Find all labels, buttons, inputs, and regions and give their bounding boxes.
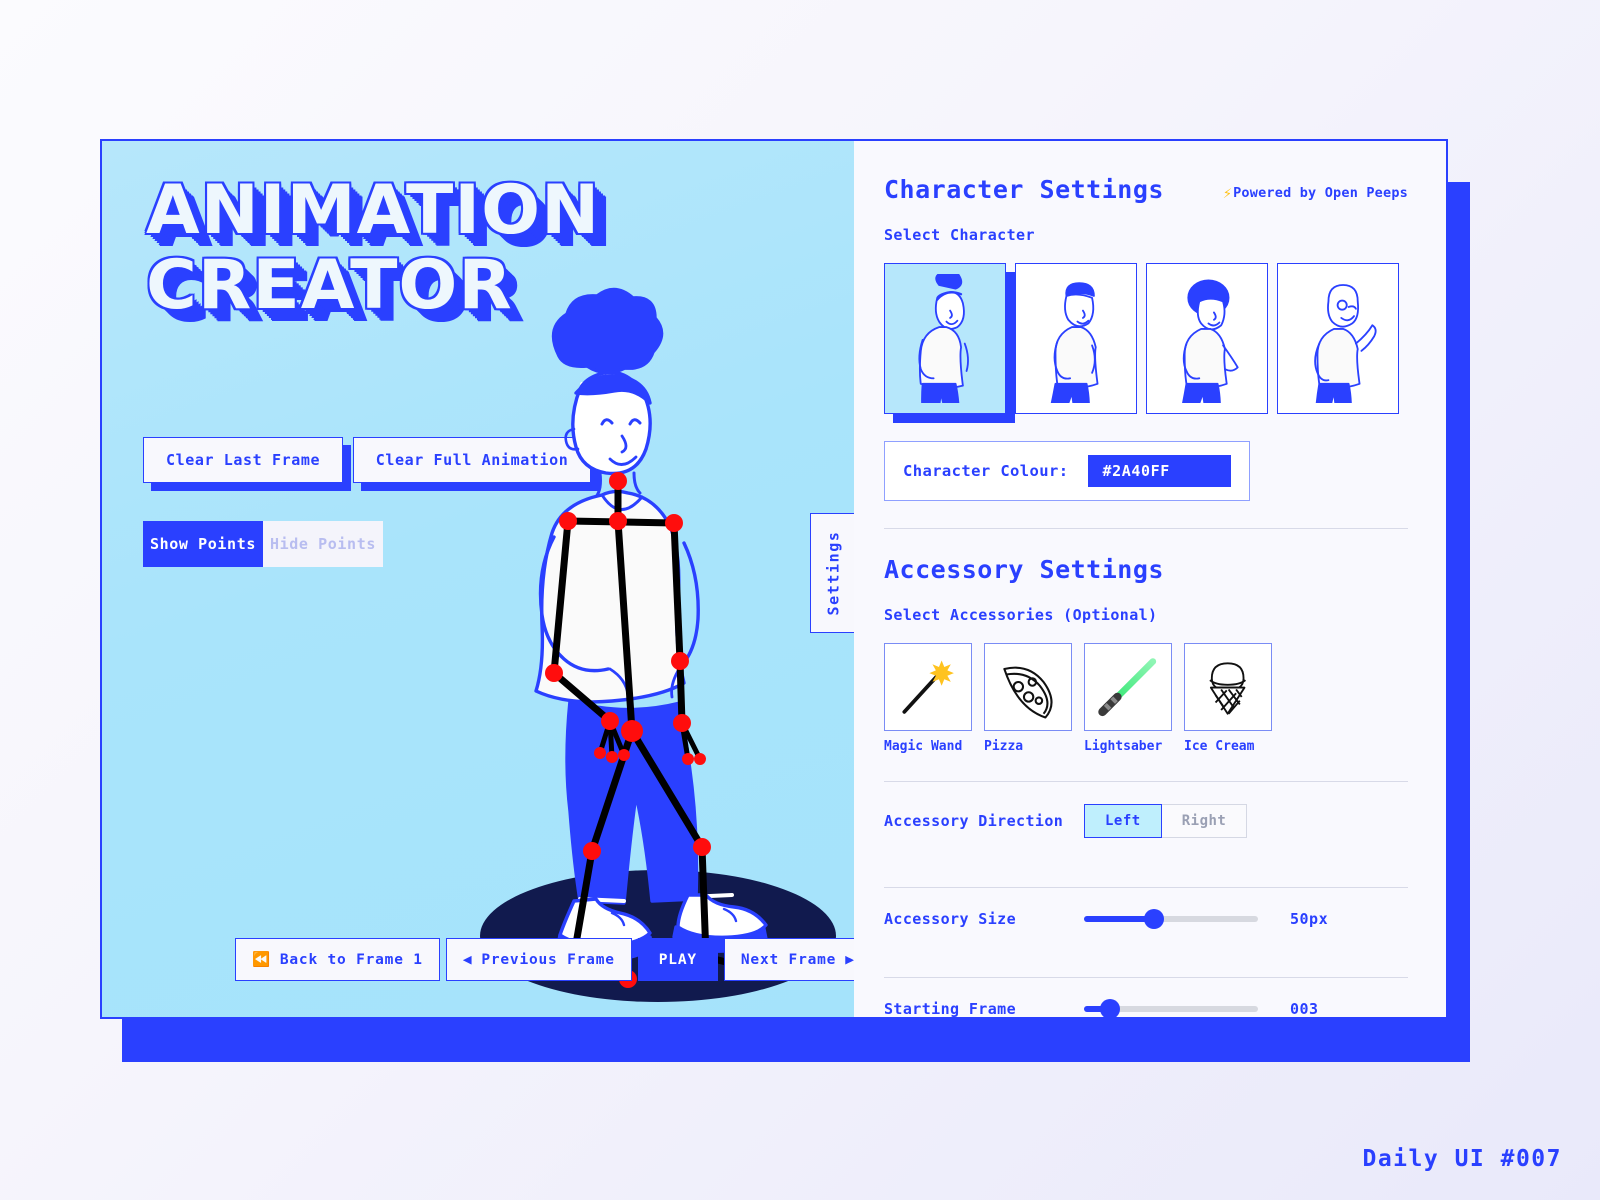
pizza-label: Pizza (984, 739, 1024, 754)
pizza-box[interactable] (984, 643, 1072, 731)
triangle-left-icon: ◀ (462, 951, 473, 968)
previous-frame-button[interactable]: ◀ Previous Frame (445, 938, 632, 981)
character-settings-title: Character Settings (884, 175, 1164, 204)
ice-cream-label: Ice Cream (1184, 739, 1255, 754)
accessory-settings-title: Accessory Settings (884, 555, 1164, 584)
settings-panel: Character Settings ⚡ Powered by Open Pee… (854, 141, 1446, 1017)
accessory-direction-label: Accessory Direction (884, 812, 1064, 830)
lightsaber-box[interactable] (1084, 643, 1172, 731)
select-accessories-label: Select Accessories (Optional) (884, 606, 1158, 624)
accessory-option-lightsaber[interactable]: Lightsaber (1084, 643, 1172, 754)
character-colour-value[interactable]: #2A40FF (1088, 455, 1231, 487)
accessory-size-row: Accessory Size 50px (884, 888, 1408, 950)
ice-cream-box[interactable] (1184, 643, 1272, 731)
accessory-size-slider[interactable] (1084, 909, 1258, 929)
pizza-slice-icon (1003, 666, 1053, 719)
starting-frame-row: Starting Frame 003 (884, 978, 1408, 1017)
character-grid (884, 263, 1408, 414)
starting-frame-value: 003 (1290, 1000, 1319, 1017)
character-option-afro-woman[interactable] (1146, 263, 1268, 414)
starting-frame-label: Starting Frame (884, 1000, 1017, 1017)
character-option-bun-hair-woman[interactable] (884, 263, 1006, 414)
lightning-bolt-icon: ⚡ (1222, 184, 1233, 202)
starting-frame-slider-thumb[interactable] (1100, 999, 1121, 1017)
direction-left-button[interactable]: Left (1084, 804, 1162, 838)
skip-back-icon: ⏪ (252, 952, 271, 968)
show-points-button[interactable]: Show Points (143, 521, 263, 567)
character-settings-header: Character Settings ⚡ Powered by Open Pee… (884, 175, 1408, 204)
ice-cream-cone-icon (1209, 662, 1247, 716)
character-colour-label: Character Colour: (903, 462, 1069, 480)
magic-wand-icon (902, 660, 955, 715)
daily-ui-tag: Daily UI #007 (1362, 1146, 1562, 1172)
clear-last-frame-button[interactable]: Clear Last Frame (143, 437, 344, 483)
select-character-label: Select Character (884, 226, 1035, 244)
character-colour-field[interactable]: Character Colour: #2A40FF (884, 441, 1250, 501)
hide-points-button[interactable]: Hide Points (263, 521, 383, 567)
accessory-direction-toggle[interactable]: Left Right (1084, 804, 1248, 838)
lightsaber-label: Lightsaber (1084, 739, 1163, 754)
accessory-option-pizza[interactable]: Pizza (984, 643, 1072, 754)
magic-wand-label: Magic Wand (884, 739, 963, 754)
accessory-size-slider-thumb[interactable] (1143, 909, 1164, 929)
section-divider-1 (884, 528, 1408, 529)
next-frame-button[interactable]: Next Frame ▶ (723, 938, 854, 981)
back-to-frame-1-button[interactable]: ⏪ Back to Frame 1 (235, 938, 440, 981)
character-option-short-hair-man[interactable] (1015, 263, 1137, 414)
accessory-grid: Magic Wand Pizza Lightsaber Ice Cream (884, 643, 1408, 754)
previous-frame-label: Previous Frame (481, 951, 615, 968)
character-stage[interactable] (462, 281, 852, 1017)
animation-canvas[interactable]: ANIMATION CREATOR Clear Last Frame Clear… (102, 141, 854, 1017)
points-visibility-toggle[interactable]: Show Points Hide Points (143, 521, 383, 567)
lightsaber-icon (1098, 658, 1157, 717)
triangle-right-icon: ▶ (845, 951, 854, 968)
starting-frame-slider[interactable] (1084, 999, 1258, 1017)
accessory-option-magic-wand[interactable]: Magic Wand (884, 643, 972, 754)
title-line-1: ANIMATION (146, 171, 601, 250)
powered-by-credit: ⚡ Powered by Open Peeps (1223, 184, 1408, 202)
magic-wand-box[interactable] (884, 643, 972, 731)
app-window: ANIMATION CREATOR Clear Last Frame Clear… (100, 139, 1448, 1019)
next-frame-label: Next Frame (740, 951, 837, 968)
accessory-size-value: 50px (1290, 910, 1329, 928)
accessory-size-label: Accessory Size (884, 910, 1017, 928)
powered-by-label: Powered by Open Peeps (1233, 185, 1408, 201)
playback-controls: ⏪ Back to Frame 1 ◀ Previous Frame PLAY … (235, 938, 854, 981)
settings-tab-label: Settings (824, 530, 843, 616)
direction-right-button[interactable]: Right (1161, 804, 1248, 838)
accessory-option-ice-cream[interactable]: Ice Cream (1184, 643, 1272, 754)
character-option-bald-man[interactable] (1277, 263, 1399, 414)
back-to-frame-1-label: Back to Frame 1 (279, 951, 423, 968)
play-button[interactable]: PLAY (637, 938, 718, 981)
settings-tab[interactable]: Settings (810, 513, 854, 633)
accessory-direction-row: Accessory Direction Left Right (884, 782, 1408, 860)
